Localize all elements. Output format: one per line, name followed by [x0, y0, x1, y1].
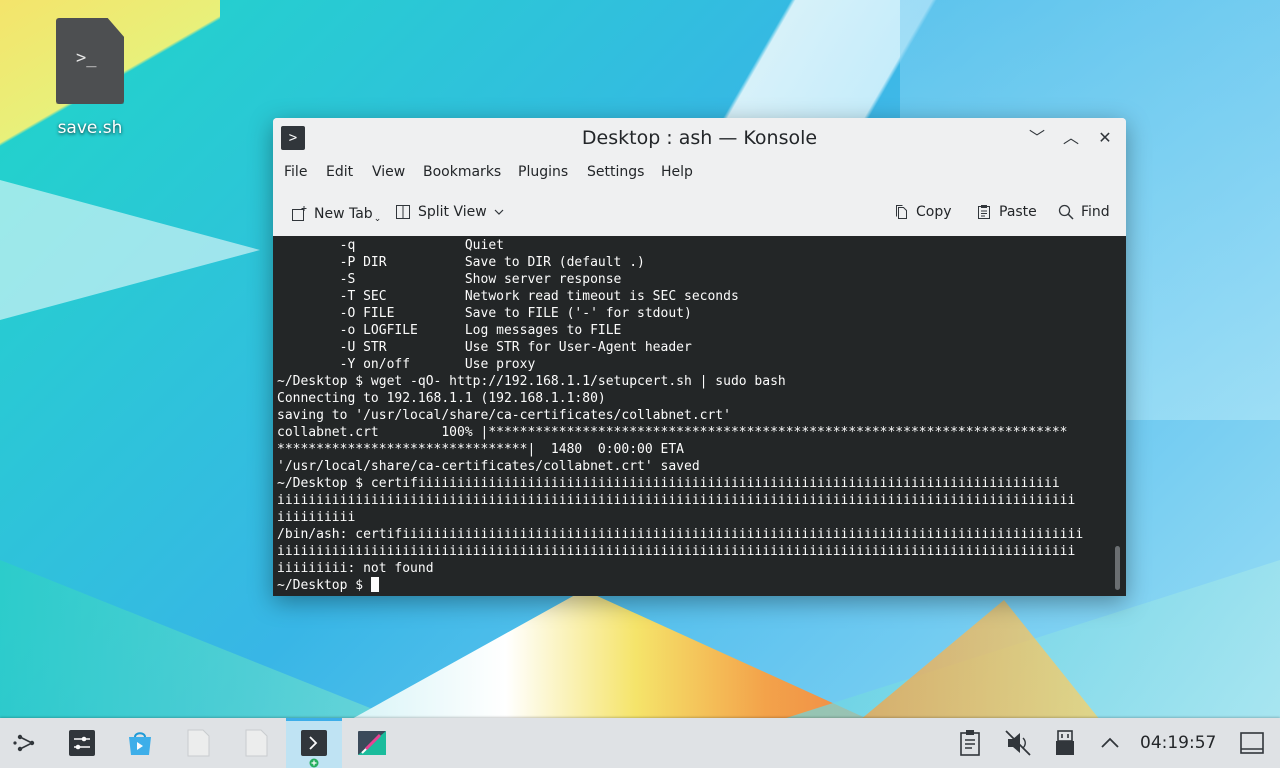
paste-icon	[978, 205, 990, 219]
blank-file-icon[interactable]	[182, 727, 214, 759]
application-launcher-icon[interactable]	[10, 727, 42, 759]
menu-view[interactable]: View	[372, 164, 405, 180]
window-title: Desktop : ash — Konsole	[581, 127, 818, 149]
maximize-button[interactable]: ︿	[1059, 126, 1083, 150]
system-settings-icon[interactable]	[66, 727, 98, 759]
menu-bookmarks[interactable]: Bookmarks	[423, 164, 501, 180]
toolbar: New Tab ⌄ Split View Copy Paste Find	[273, 198, 1126, 232]
menu-settings[interactable]: Settings	[587, 164, 644, 180]
script-file-icon: >_	[56, 18, 124, 104]
new-window-badge-icon	[309, 758, 319, 768]
desktop-file-label: save.sh	[57, 118, 123, 138]
konsole-window: > Desktop : ash — Konsole ﹀ ︿ ✕ File Edi…	[273, 118, 1126, 596]
menu-help[interactable]: Help	[661, 164, 693, 180]
split-view-button[interactable]: Split View	[395, 204, 504, 220]
show-desktop-icon[interactable]	[1236, 727, 1268, 759]
new-tab-icon	[292, 206, 307, 221]
discover-store-icon[interactable]	[124, 727, 156, 759]
split-view-icon	[396, 205, 410, 219]
menu-file[interactable]: File	[284, 164, 307, 180]
clipboard-icon[interactable]	[954, 727, 986, 759]
close-button[interactable]: ✕	[1093, 126, 1117, 150]
paste-button[interactable]: Paste	[976, 204, 1037, 220]
konsole-task-icon[interactable]	[298, 727, 330, 759]
copy-button[interactable]: Copy	[893, 204, 952, 220]
chevron-down-icon: ⌄	[373, 214, 382, 224]
blank-file-icon[interactable]	[240, 727, 272, 759]
title-bar[interactable]: > Desktop : ash — Konsole ﹀ ︿ ✕	[273, 118, 1126, 158]
search-icon	[1058, 204, 1074, 220]
new-tab-button[interactable]: New Tab ⌄	[291, 204, 381, 224]
minimize-button[interactable]: ﹀	[1025, 126, 1049, 150]
wallpaper-shape	[0, 180, 260, 320]
digital-clock[interactable]: 04:19:57	[1140, 733, 1216, 753]
terminal-output[interactable]: -q Quiet -P DIR Save to DIR (default .) …	[273, 236, 1126, 596]
copy-icon	[896, 205, 907, 219]
find-button[interactable]: Find	[1058, 204, 1110, 220]
text-cursor	[370, 577, 379, 592]
terminal-text: -q Quiet -P DIR Save to DIR (default .) …	[277, 238, 1084, 593]
shell-prompt: ~/Desktop $	[277, 578, 371, 593]
volume-muted-icon[interactable]	[1002, 727, 1034, 759]
taskbar: 04:19:57	[0, 718, 1280, 768]
menu-edit[interactable]: Edit	[326, 164, 353, 180]
terminal-scrollbar[interactable]	[1115, 546, 1120, 590]
spectacle-screenshot-icon[interactable]	[356, 727, 388, 759]
chevron-up-icon[interactable]	[1094, 727, 1126, 759]
menu-bar: File Edit View Bookmarks Plugins Setting…	[273, 162, 1126, 186]
menu-plugins[interactable]: Plugins	[518, 164, 568, 180]
chevron-down-icon	[494, 209, 504, 215]
desktop-file-save-sh[interactable]: >_ save.sh	[44, 18, 136, 138]
removable-device-icon[interactable]	[1049, 727, 1081, 759]
wallpaper-shape	[350, 590, 870, 720]
